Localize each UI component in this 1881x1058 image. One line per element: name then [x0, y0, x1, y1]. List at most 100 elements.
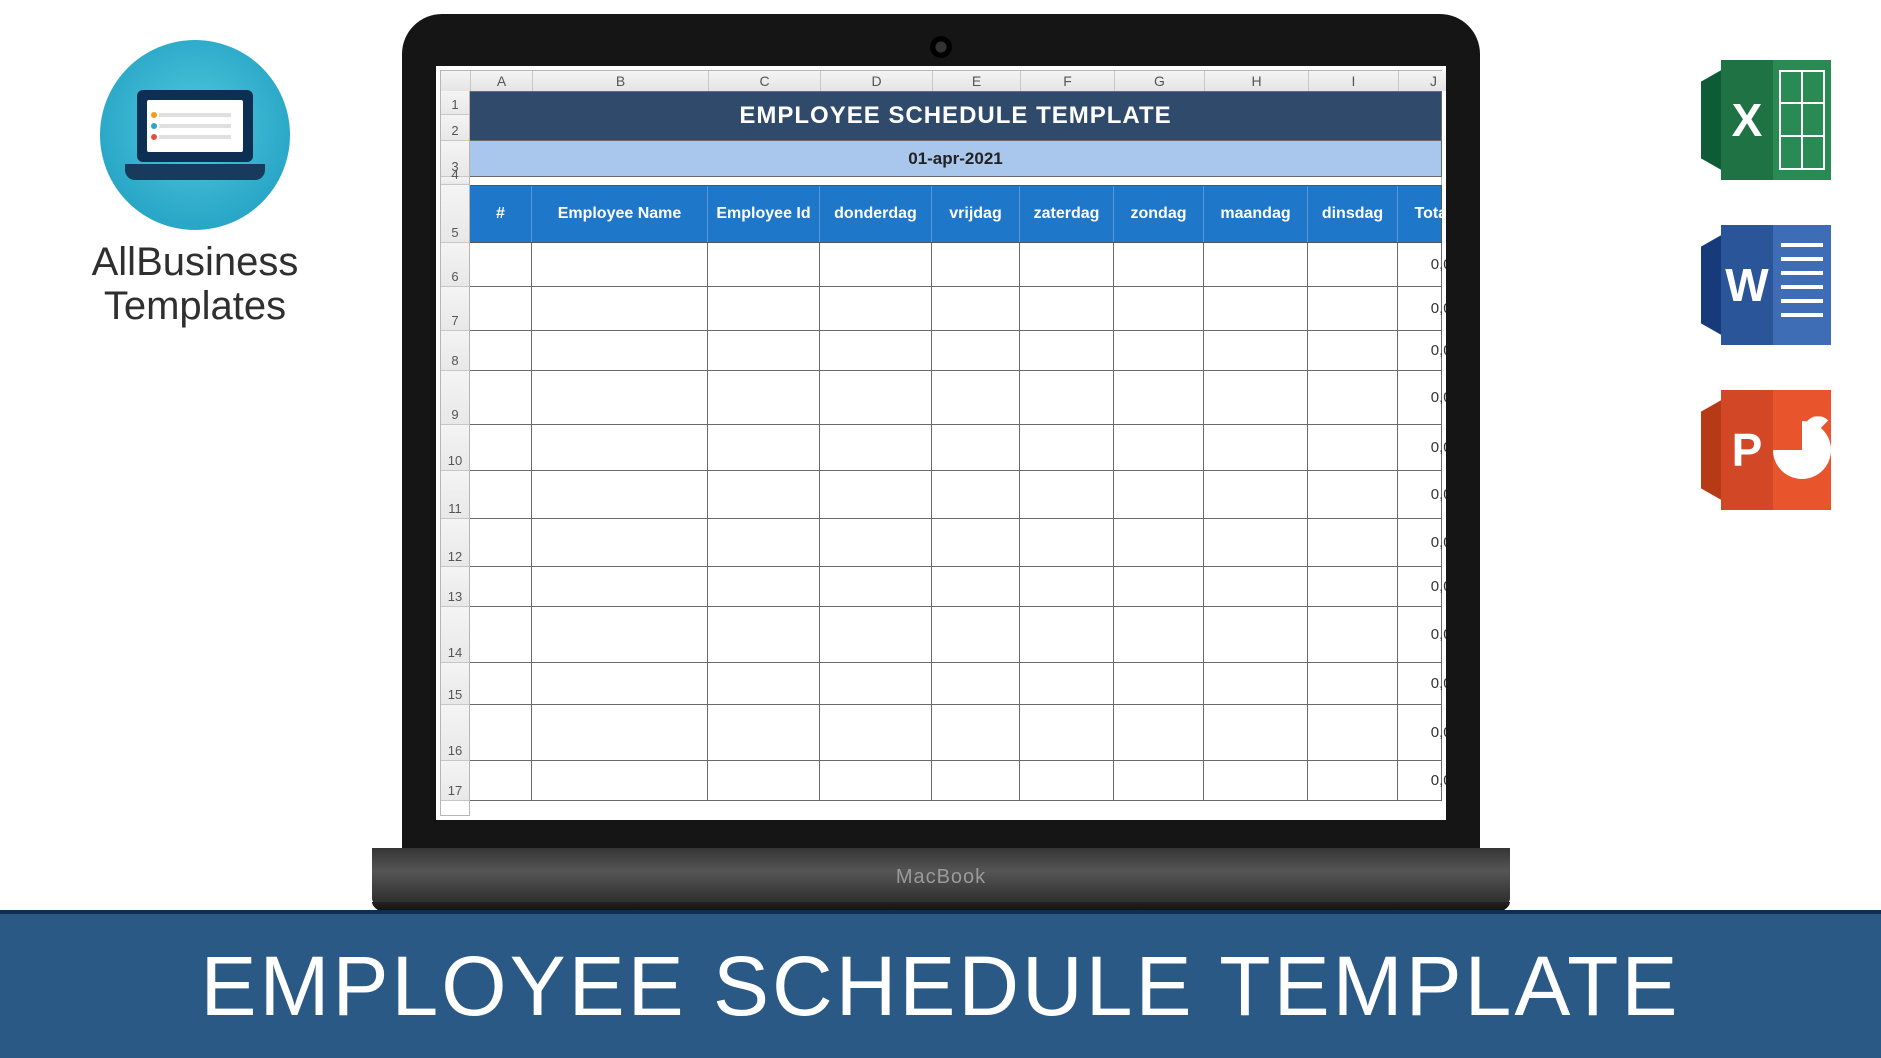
table-cell[interactable] — [1204, 607, 1308, 662]
table-cell[interactable] — [1204, 761, 1308, 800]
table-cell[interactable] — [1308, 471, 1398, 518]
table-cell[interactable] — [470, 331, 532, 370]
table-cell[interactable] — [820, 243, 932, 286]
table-cell[interactable] — [932, 761, 1020, 800]
table-cell[interactable] — [1308, 705, 1398, 760]
table-cell[interactable] — [820, 761, 932, 800]
table-cell[interactable] — [708, 331, 820, 370]
table-cell[interactable] — [708, 519, 820, 566]
table-cell[interactable] — [820, 519, 932, 566]
table-cell[interactable] — [1308, 425, 1398, 470]
table-cell[interactable] — [932, 519, 1020, 566]
table-cell[interactable] — [1020, 705, 1114, 760]
table-cell[interactable] — [1308, 607, 1398, 662]
table-cell[interactable]: 0,00 — [1398, 607, 1446, 662]
table-cell[interactable] — [1114, 607, 1204, 662]
table-cell[interactable] — [1020, 519, 1114, 566]
table-cell[interactable] — [708, 371, 820, 424]
table-cell[interactable]: 0,00 — [1398, 705, 1446, 760]
table-cell[interactable] — [1020, 471, 1114, 518]
table-cell[interactable] — [1020, 331, 1114, 370]
table-cell[interactable] — [532, 705, 708, 760]
table-cell[interactable] — [1308, 519, 1398, 566]
table-cell[interactable] — [1114, 371, 1204, 424]
table-cell[interactable] — [532, 519, 708, 566]
table-cell[interactable] — [708, 761, 820, 800]
table-cell[interactable] — [1020, 425, 1114, 470]
table-cell[interactable] — [708, 607, 820, 662]
table-cell[interactable]: 0,00 — [1398, 331, 1446, 370]
table-cell[interactable] — [470, 243, 532, 286]
table-cell[interactable] — [820, 567, 932, 606]
table-cell[interactable] — [470, 287, 532, 330]
table-cell[interactable] — [708, 287, 820, 330]
table-cell[interactable] — [1114, 425, 1204, 470]
table-cell[interactable] — [932, 425, 1020, 470]
table-cell[interactable] — [1204, 425, 1308, 470]
table-cell[interactable] — [532, 663, 708, 704]
table-cell[interactable]: 0,00 — [1398, 519, 1446, 566]
table-cell[interactable] — [470, 567, 532, 606]
table-cell[interactable] — [1020, 761, 1114, 800]
table-cell[interactable] — [932, 243, 1020, 286]
table-cell[interactable] — [470, 705, 532, 760]
table-cell[interactable] — [820, 663, 932, 704]
table-cell[interactable] — [1114, 471, 1204, 518]
table-cell[interactable] — [932, 705, 1020, 760]
table-cell[interactable] — [470, 471, 532, 518]
table-cell[interactable]: 0,00 — [1398, 471, 1446, 518]
table-cell[interactable] — [932, 607, 1020, 662]
table-cell[interactable] — [708, 705, 820, 760]
table-cell[interactable] — [932, 331, 1020, 370]
table-cell[interactable] — [1020, 663, 1114, 704]
table-cell[interactable] — [532, 425, 708, 470]
table-cell[interactable] — [1204, 567, 1308, 606]
table-cell[interactable] — [1308, 243, 1398, 286]
table-cell[interactable] — [1114, 663, 1204, 704]
table-cell[interactable] — [1114, 567, 1204, 606]
table-cell[interactable] — [1020, 243, 1114, 286]
table-cell[interactable]: 0,00 — [1398, 567, 1446, 606]
table-cell[interactable] — [708, 663, 820, 704]
table-cell[interactable] — [1204, 663, 1308, 704]
table-cell[interactable] — [708, 425, 820, 470]
table-cell[interactable] — [708, 471, 820, 518]
table-cell[interactable] — [820, 705, 932, 760]
table-cell[interactable] — [1308, 567, 1398, 606]
table-cell[interactable] — [1204, 331, 1308, 370]
table-cell[interactable] — [820, 331, 932, 370]
table-cell[interactable] — [932, 287, 1020, 330]
table-cell[interactable] — [1308, 761, 1398, 800]
table-cell[interactable] — [532, 607, 708, 662]
table-cell[interactable] — [708, 567, 820, 606]
table-cell[interactable] — [1114, 331, 1204, 370]
table-cell[interactable] — [1204, 243, 1308, 286]
table-cell[interactable] — [820, 607, 932, 662]
table-cell[interactable] — [1114, 519, 1204, 566]
table-cell[interactable] — [820, 425, 932, 470]
table-cell[interactable] — [932, 371, 1020, 424]
table-cell[interactable] — [820, 471, 932, 518]
table-cell[interactable] — [470, 371, 532, 424]
table-cell[interactable] — [532, 243, 708, 286]
table-cell[interactable] — [470, 607, 532, 662]
table-cell[interactable] — [532, 331, 708, 370]
table-cell[interactable] — [1204, 705, 1308, 760]
table-cell[interactable] — [1114, 287, 1204, 330]
table-cell[interactable] — [532, 471, 708, 518]
table-cell[interactable] — [1204, 519, 1308, 566]
table-cell[interactable] — [1020, 567, 1114, 606]
table-cell[interactable] — [1020, 607, 1114, 662]
table-cell[interactable]: 0,00 — [1398, 663, 1446, 704]
table-cell[interactable] — [532, 567, 708, 606]
table-cell[interactable]: 0,00 — [1398, 371, 1446, 424]
table-cell[interactable] — [932, 567, 1020, 606]
table-cell[interactable] — [532, 371, 708, 424]
table-cell[interactable] — [1204, 287, 1308, 330]
table-cell[interactable] — [820, 371, 932, 424]
table-cell[interactable] — [1308, 287, 1398, 330]
table-cell[interactable] — [1020, 287, 1114, 330]
table-cell[interactable]: 0,00 — [1398, 425, 1446, 470]
table-cell[interactable] — [1114, 705, 1204, 760]
table-cell[interactable] — [532, 761, 708, 800]
